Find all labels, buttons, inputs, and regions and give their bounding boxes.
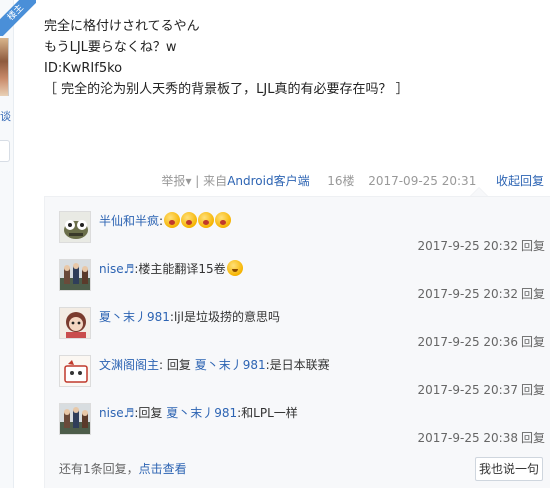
reply-item: 文渊阁阁主: 回复 夏丶末丿981:是日本联赛 2017-9-25 20:37 回… — [59, 351, 549, 399]
collapse-replies-link[interactable]: 收起回复 — [496, 174, 544, 188]
reply-text: ljl是垃圾捞的意思吗 — [173, 310, 280, 324]
shocked-face-icon — [164, 212, 181, 228]
reply-username[interactable]: nise♬ — [99, 262, 134, 276]
reply-item: 半仙和半疯: 2017-9-25 20:32 回复 — [59, 207, 549, 255]
reply-username[interactable]: nise♬ — [99, 406, 134, 420]
reply-button[interactable]: 回复 — [521, 431, 545, 445]
reply-item: nise♬:回复 夏丶末丿981:和LPL一样 2017-9-25 20:38 回… — [59, 399, 549, 447]
op-badge-label: 楼主 — [0, 0, 36, 36]
reply-avatar[interactable] — [59, 403, 91, 435]
post-line-1: 完全に格付けされてるやん — [44, 19, 200, 34]
post-content: 完全に格付けされてるやん もうLJL要らなくね？w ID:KwRIf5ko ［ … — [44, 16, 524, 100]
reply-box: 半仙和半疯: 2017-9-25 20:32 回复 nise♬:楼主能翻译15卷 … — [44, 196, 550, 488]
reply-username[interactable]: 半仙和半疯 — [99, 214, 159, 228]
reply-text: :和LPL一样 — [237, 406, 298, 420]
shocked-face-icon — [181, 212, 198, 228]
reply-time: 2017-9-25 20:32 — [417, 239, 518, 253]
device-link[interactable]: Android客户端 — [227, 174, 309, 188]
add-comment-button[interactable]: 我也说一句 — [475, 457, 543, 481]
post-line-2: もうLJL要らなくね？w — [44, 40, 177, 55]
reply-button[interactable]: 回复 — [521, 239, 545, 253]
report-link[interactable]: 举报 — [161, 174, 185, 188]
reply-item: 夏丶末丿981:ljl是垃圾捞的意思吗 2017-9-25 20:36 回复 — [59, 303, 549, 351]
smile-face-icon — [226, 260, 243, 276]
floor-number: 16楼 — [327, 174, 355, 188]
sidebar-fragment-text[interactable]: 谈 — [0, 108, 12, 124]
reply-avatar[interactable] — [59, 211, 91, 243]
reply-button[interactable]: 回复 — [521, 383, 545, 397]
post-line-3: ID:KwRIf5ko — [44, 61, 123, 76]
reply-text: :是日本联赛 — [265, 358, 330, 372]
reply-colon: : — [159, 358, 164, 372]
op-avatar[interactable] — [0, 38, 9, 96]
reply-username[interactable]: 文渊阁阁主 — [99, 358, 159, 372]
reply-avatar[interactable] — [59, 307, 91, 339]
reply-word: 回复 — [138, 406, 163, 420]
reply-box-pointer — [470, 187, 488, 196]
reply-avatar[interactable] — [59, 259, 91, 291]
post-line-4: ［ 完全的沦为别人天秀的背景板了，LJL真的有必要存在吗？ ］ — [44, 82, 409, 97]
from-prefix: 来自 — [203, 174, 228, 188]
reply-time: 2017-9-25 20:32 — [417, 287, 518, 301]
reply-username[interactable]: 夏丶末丿981 — [99, 310, 170, 324]
reply-colon: : — [159, 214, 164, 228]
reply-word: 回复 — [166, 358, 191, 372]
view-more-link[interactable]: 点击查看 — [139, 462, 187, 476]
more-replies-text: 还有1条回复， — [59, 462, 139, 476]
tail-separator: | — [195, 174, 200, 188]
more-replies: 还有1条回复，点击查看 — [59, 460, 187, 477]
report-chevron-icon[interactable]: ▾ — [185, 174, 191, 188]
reply-item: nise♬:楼主能翻译15卷 2017-9-25 20:32 回复 — [59, 255, 549, 303]
shocked-face-icon — [198, 212, 215, 228]
reply-avatar[interactable] — [59, 355, 91, 387]
reply-time: 2017-9-25 20:36 — [417, 335, 518, 349]
op-badge: 楼主 — [0, 0, 36, 36]
reply-time: 2017-9-25 20:38 — [417, 431, 518, 445]
reply-target-user[interactable]: 夏丶末丿981 — [166, 406, 237, 420]
sidebar-fragment-button[interactable] — [0, 140, 10, 162]
post-time: 2017-09-25 20:31 — [368, 174, 477, 188]
reply-text: 楼主能翻译15卷 — [138, 262, 226, 276]
shocked-face-icon — [215, 212, 232, 228]
reply-button[interactable]: 回复 — [521, 287, 545, 301]
reply-time: 2017-9-25 20:37 — [417, 383, 518, 397]
reply-target-user[interactable]: 夏丶末丿981 — [195, 358, 266, 372]
reply-button[interactable]: 回复 — [521, 335, 545, 349]
